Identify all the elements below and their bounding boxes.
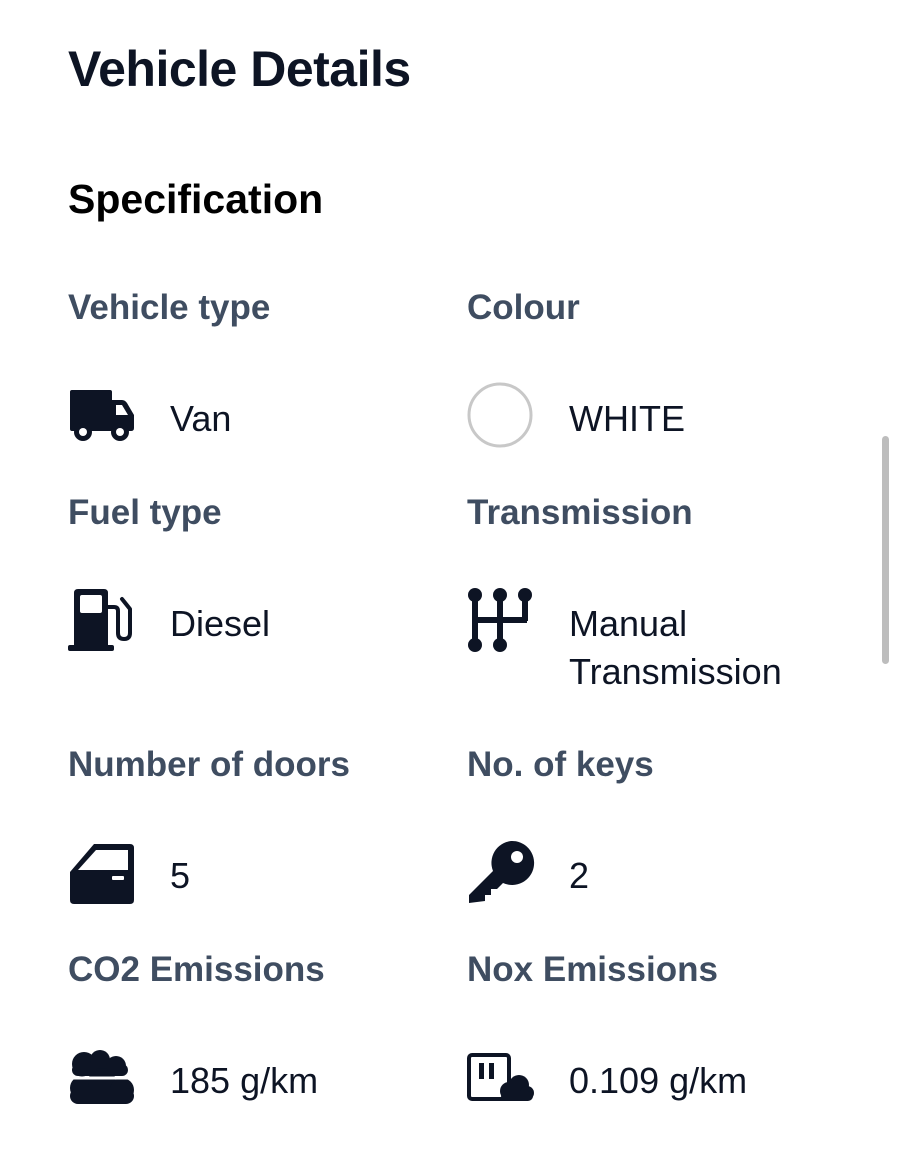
- spec-vehicle-type: Vehicle type Van: [68, 287, 448, 452]
- spec-nox-emissions: Nox Emissions 0.109 g/km: [467, 949, 847, 1114]
- spec-value: Manual Transmission: [569, 603, 782, 692]
- spec-colour: Colour WHITE: [467, 287, 847, 452]
- spec-value-row: Van: [68, 382, 448, 452]
- spec-value-row: Manual Transmission: [467, 587, 847, 692]
- spec-value: Diesel: [170, 603, 271, 644]
- spec-value: 185 g/km: [170, 1060, 319, 1101]
- vehicle-details-page: Vehicle Details Specification Vehicle ty…: [0, 0, 899, 1152]
- spec-label: Vehicle type: [68, 288, 271, 327]
- scrollbar[interactable]: [882, 436, 889, 664]
- clouds-icon: [68, 1044, 136, 1112]
- gear-shift-icon: [467, 587, 535, 655]
- spec-label: CO2 Emissions: [68, 950, 325, 989]
- car-door-icon: [68, 839, 136, 907]
- spec-transmission: Transmission Manual Transmission: [467, 492, 847, 692]
- spec-value-row: 5: [68, 839, 448, 909]
- spec-value-row: 2: [467, 839, 847, 909]
- spec-fuel-type: Fuel type Diesel: [68, 492, 448, 657]
- spec-label: Fuel type: [68, 493, 222, 532]
- spec-label: Number of doors: [68, 745, 350, 784]
- spec-no-of-keys: No. of keys 2: [467, 744, 847, 909]
- spec-number-of-doors: Number of doors 5: [68, 744, 448, 909]
- spec-co2-emissions: CO2 Emissions 185 g/km: [68, 949, 448, 1114]
- page-title: Vehicle Details: [68, 41, 411, 97]
- spec-value-row: Diesel: [68, 587, 448, 657]
- smog-icon: [467, 1044, 535, 1112]
- spec-value-row: 185 g/km: [68, 1044, 448, 1114]
- colour-swatch-icon: [467, 382, 535, 450]
- spec-label: Nox Emissions: [467, 950, 718, 989]
- spec-value: 0.109 g/km: [569, 1060, 748, 1101]
- spec-label: No. of keys: [467, 745, 654, 784]
- van-icon: [68, 382, 136, 450]
- spec-value-row: WHITE: [467, 382, 847, 452]
- spec-label: Transmission: [467, 493, 693, 532]
- spec-value: 5: [170, 855, 191, 896]
- fuel-pump-icon: [68, 587, 136, 655]
- spec-value-row: 0.109 g/km: [467, 1044, 847, 1114]
- key-icon: [467, 839, 535, 907]
- section-title: Specification: [68, 176, 324, 222]
- spec-value: WHITE: [569, 398, 685, 439]
- spec-value: 2: [569, 855, 590, 896]
- spec-label: Colour: [467, 288, 580, 327]
- spec-value: Van: [170, 398, 232, 439]
